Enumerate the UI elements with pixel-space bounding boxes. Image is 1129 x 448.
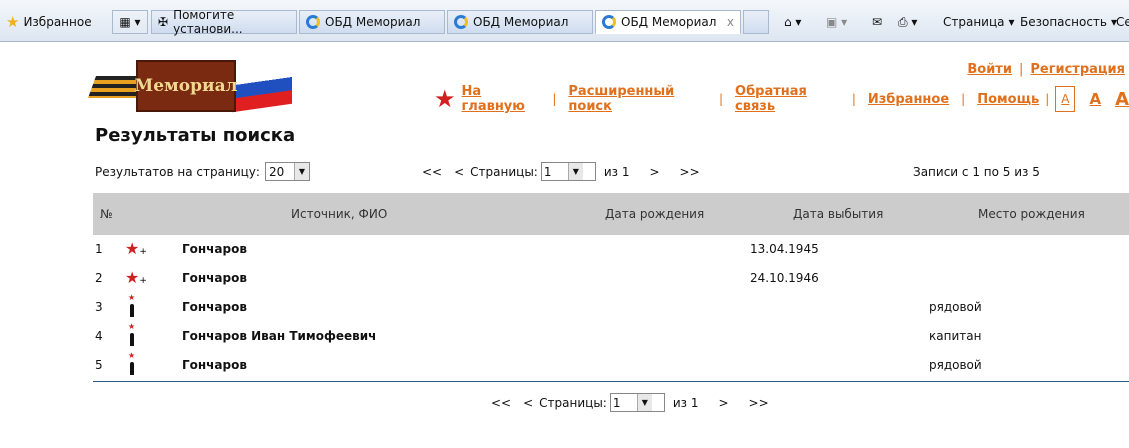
auth-links: Войти | Регистрация xyxy=(967,62,1125,77)
login-link[interactable]: Войти xyxy=(967,62,1012,77)
prev-page[interactable]: < xyxy=(454,165,464,179)
table-header: № Источник, ФИО Дата рождения Дата выбыт… xyxy=(93,193,1129,235)
rank: рядовой xyxy=(929,358,982,372)
memorial-logo[interactable]: Мемориал xyxy=(87,58,298,116)
header-birthplace[interactable]: Место рождения xyxy=(978,207,1085,221)
nav-favorites[interactable]: Избранное xyxy=(868,92,949,107)
last-page[interactable]: >> xyxy=(749,396,769,410)
person-name-link[interactable]: Гончаров xyxy=(182,271,247,285)
ie-icon xyxy=(602,15,616,29)
nav-home[interactable]: На главную xyxy=(462,84,541,114)
prev-page[interactable]: < xyxy=(523,396,533,410)
nav-advanced-search[interactable]: Расширенный поиск xyxy=(568,84,707,114)
person-name-link[interactable]: Гончаров xyxy=(182,358,247,372)
font-size-medium[interactable]: A xyxy=(1089,90,1101,108)
death-date: 24.10.1946 xyxy=(750,271,819,285)
mail-button[interactable]: ✉ xyxy=(872,10,882,34)
nav-feedback[interactable]: Обратная связь xyxy=(735,84,840,114)
red-star-plus-icon: ★+ xyxy=(125,268,147,287)
first-page[interactable]: << xyxy=(491,396,511,410)
person-name-link[interactable]: Гончаров Иван Тимофеевич xyxy=(182,329,376,343)
table-row[interactable]: 2 ★+ Гончаров 24.10.1946 xyxy=(93,264,1129,293)
records-count: Записи с 1 по 5 из 5 xyxy=(913,165,1040,179)
soldier-icon: ★ xyxy=(128,351,135,376)
printer-icon: ⎙ ▾ xyxy=(898,14,918,29)
tab-3[interactable]: ОБД Мемориал xyxy=(447,10,593,34)
grid-icon: ▦ ▾ xyxy=(119,15,141,29)
tab-2[interactable]: ОБД Мемориал xyxy=(299,10,445,34)
feeds-button[interactable]: ▣ ▾ xyxy=(826,10,847,34)
nav-help[interactable]: Помощь xyxy=(977,92,1039,107)
death-date: 13.04.1945 xyxy=(750,242,819,256)
font-size-large[interactable]: A xyxy=(1115,89,1129,110)
tools-menu[interactable]: Се xyxy=(1116,10,1129,34)
mail-icon: ✉ xyxy=(872,15,883,29)
table-bottom-divider xyxy=(93,381,1129,382)
page-menu[interactable]: Страница ▾ xyxy=(943,10,1015,34)
person-name-link[interactable]: Гончаров xyxy=(182,242,247,256)
favorites-button[interactable]: ★ Избранное xyxy=(6,10,92,34)
cross-icon: ✠ xyxy=(158,15,169,29)
chevron-down-icon: ▼ xyxy=(567,163,583,180)
per-page-select[interactable]: 20 ▼ xyxy=(264,162,310,181)
flag-icon xyxy=(232,63,292,113)
print-button[interactable]: ⎙ ▾ xyxy=(898,10,917,34)
last-page[interactable]: >> xyxy=(680,165,700,179)
next-page[interactable]: > xyxy=(718,396,728,410)
new-tab-button[interactable] xyxy=(743,10,769,34)
chevron-down-icon: ▾ xyxy=(1008,15,1015,29)
home-icon: ⌂ ▾ xyxy=(784,15,802,29)
tab-1[interactable]: ✠ Помогите установи... xyxy=(151,8,297,36)
close-tab-icon[interactable]: x xyxy=(727,15,734,29)
header-source[interactable]: Источник, ФИО xyxy=(291,207,387,221)
red-star-plus-icon: ★+ xyxy=(125,239,147,258)
quick-tabs-button[interactable]: ▦ ▾ xyxy=(112,10,148,34)
table-row[interactable]: 5 ★ Гончаров рядовой xyxy=(93,351,1129,380)
table-row[interactable]: 3 ★ Гончаров рядовой xyxy=(93,293,1129,322)
font-size-small[interactable]: A xyxy=(1055,86,1076,112)
header-death-date[interactable]: Дата выбытия xyxy=(793,207,883,221)
register-link[interactable]: Регистрация xyxy=(1030,62,1125,77)
chevron-down-icon: ▼ xyxy=(293,163,309,180)
table-row[interactable]: 4 ★ Гончаров Иван Тимофеевич капитан xyxy=(93,322,1129,351)
header-birth-date[interactable]: Дата рождения xyxy=(605,207,704,221)
safety-menu[interactable]: Безопасность ▾ xyxy=(1020,10,1117,34)
browser-toolbar: ★ Избранное ▦ ▾ ✠ Помогите установи... ОБД… xyxy=(0,0,1129,42)
tab-4-active[interactable]: ОБД Мемориал x xyxy=(595,10,741,34)
per-page-label: Результатов на страницу: xyxy=(95,164,260,179)
rss-icon: ▣ ▾ xyxy=(826,15,848,29)
first-page[interactable]: << xyxy=(422,165,442,179)
page-title: Результаты поиска xyxy=(95,125,296,146)
ie-icon xyxy=(306,15,320,29)
pager-bottom: << < Страницы: 1 ▼ из 1 > >> xyxy=(491,393,781,412)
main-nav: ★ На главную | Расширенный поиск | Обратна… xyxy=(434,84,1129,114)
pager-top: << < Страницы: 1 ▼ из 1 > >> xyxy=(422,162,712,181)
star-icon: ★ xyxy=(6,13,20,31)
page-select[interactable]: 1 ▼ xyxy=(540,162,596,181)
ie-icon xyxy=(454,15,468,29)
rank: капитан xyxy=(929,329,982,343)
chevron-down-icon: ▼ xyxy=(636,394,652,411)
table-row[interactable]: 1 ★+ Гончаров 13.04.1945 xyxy=(93,235,1129,264)
person-name-link[interactable]: Гончаров xyxy=(182,300,247,314)
page-select[interactable]: 1 ▼ xyxy=(609,393,665,412)
red-star-icon: ★ xyxy=(434,85,456,113)
soldier-icon: ★ xyxy=(128,293,135,318)
soldier-icon: ★ xyxy=(128,322,135,347)
next-page[interactable]: > xyxy=(649,165,659,179)
home-button[interactable]: ⌂ ▾ xyxy=(784,10,801,34)
rank: рядовой xyxy=(929,300,982,314)
